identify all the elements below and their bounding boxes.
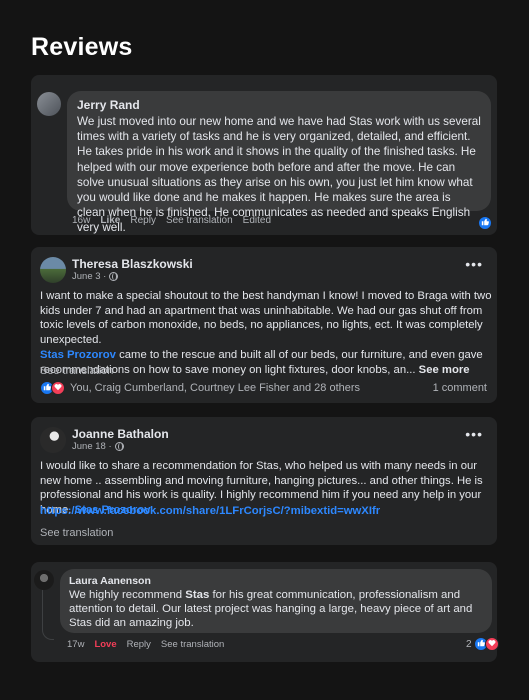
page-title: Reviews	[31, 33, 133, 61]
thread-line	[42, 590, 54, 640]
love-button[interactable]: Love	[94, 639, 116, 650]
review-card-laura-aanenson: Laura Aanenson We highly recommend Stas …	[31, 562, 499, 662]
mention-link[interactable]: Stas Prozorov	[40, 349, 116, 361]
author-name[interactable]: Joanne Bathalon	[72, 427, 169, 441]
comment-count-link[interactable]: 1 comment	[433, 382, 487, 394]
post-date[interactable]: June 3 ·	[72, 271, 119, 282]
avatar[interactable]	[40, 427, 66, 453]
see-more-link[interactable]: See more	[419, 364, 470, 376]
see-translation-link[interactable]: See translation	[166, 215, 233, 226]
see-translation-link[interactable]: See translation	[40, 365, 113, 377]
edited-label: Edited	[242, 215, 272, 226]
more-options-icon[interactable]: •••	[465, 257, 483, 271]
comment-time[interactable]: 16w	[72, 215, 90, 226]
review-card-jerry-rand: Jerry Rand We just moved into our new ho…	[31, 75, 497, 235]
post-text: I want to make a special shoutout to the…	[40, 290, 492, 376]
reaction-summary[interactable]: 2	[466, 637, 499, 651]
comment-text: We highly recommend Stas for his great c…	[69, 589, 473, 629]
avatar[interactable]	[40, 257, 66, 283]
globe-icon	[109, 271, 119, 281]
shared-link[interactable]: https://www.facebook.com/share/1LFrCorjs…	[40, 505, 380, 517]
reply-button[interactable]: Reply	[130, 215, 156, 226]
post-date[interactable]: June 18 ·	[72, 441, 124, 452]
author-name[interactable]: Jerry Rand	[77, 98, 481, 112]
comment-actions: 17w Love Reply See translation	[67, 639, 224, 650]
love-icon	[484, 637, 499, 651]
reaction-count: 2	[466, 638, 472, 650]
comment-bubble: Jerry Rand We just moved into our new ho…	[67, 91, 491, 234]
like-icon	[478, 215, 492, 230]
globe-icon	[114, 441, 124, 451]
author-name[interactable]: Theresa Blaszkowski	[72, 257, 193, 271]
reaction-names: You, Craig Cumberland, Courtney Lee Fish…	[70, 382, 361, 394]
avatar[interactable]	[34, 570, 54, 590]
more-options-icon[interactable]: •••	[465, 427, 483, 441]
see-translation-link[interactable]: See translation	[40, 527, 113, 539]
like-button[interactable]: Like	[100, 215, 120, 226]
reaction-summary[interactable]: You, Craig Cumberland, Courtney Lee Fish…	[40, 381, 360, 395]
reaction-summary[interactable]	[478, 214, 492, 232]
see-translation-link[interactable]: See translation	[161, 639, 224, 650]
author-name[interactable]: Laura Aanenson	[69, 575, 483, 587]
avatar[interactable]	[37, 92, 61, 116]
review-card-joanne-bathalon: Joanne Bathalon June 18 · ••• I would li…	[31, 417, 497, 545]
love-icon	[51, 381, 65, 395]
comment-actions: 16w Like Reply See translation Edited	[72, 215, 271, 226]
reply-button[interactable]: Reply	[127, 639, 151, 650]
review-card-theresa-blaszkowski: Theresa Blaszkowski June 3 · ••• I want …	[31, 247, 497, 403]
comment-time[interactable]: 17w	[67, 639, 84, 650]
comment-bubble: Laura Aanenson We highly recommend Stas …	[60, 569, 492, 633]
